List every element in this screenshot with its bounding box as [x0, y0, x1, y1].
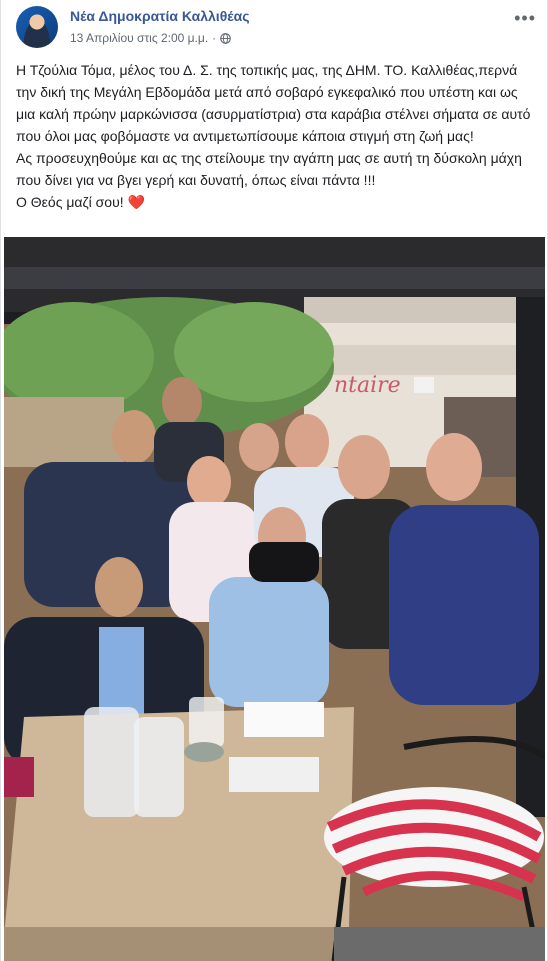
globe-icon[interactable] [220, 32, 231, 44]
page-name-link[interactable]: Νέα Δημοκρατία Καλλιθέας [70, 8, 249, 24]
post-paragraph-1: Η Τζούλια Τόμα, μέλος του Δ. Σ. της τοπι… [16, 62, 531, 144]
heart-emoji: ❤️ [127, 194, 145, 210]
page-avatar[interactable] [16, 6, 58, 48]
post-meta: 13 Απριλίου στις 2:00 μ.μ. · [70, 31, 231, 45]
post-timestamp[interactable]: 13 Απριλίου στις 2:00 μ.μ. [70, 31, 208, 45]
post-paragraph-2: Ας προσευχηθούμε και ας της στείλουμε τη… [16, 150, 522, 188]
facebook-post-card: Νέα Δημοκρατία Καλλιθέας 13 Απριλίου στι… [0, 0, 548, 961]
card-border-left [0, 0, 1, 961]
post-paragraph-3: Ο Θεός μαζί σου! ❤️ [16, 191, 536, 213]
more-options-icon[interactable]: ••• [514, 8, 536, 29]
post-header: Νέα Δημοκρατία Καλλιθέας 13 Απριλίου στι… [14, 4, 538, 52]
storefront-sign: ntaire [334, 373, 401, 398]
meta-separator: · [212, 31, 217, 45]
post-photo[interactable]: ntaire [4, 237, 545, 961]
post-body: Η Τζούλια Τόμα, μέλος του Δ. Σ. της τοπι… [16, 59, 536, 213]
group-photo-illustration: ntaire [4, 237, 545, 961]
post-paragraph-3-text: Ο Θεός μαζί σου! [16, 194, 124, 210]
